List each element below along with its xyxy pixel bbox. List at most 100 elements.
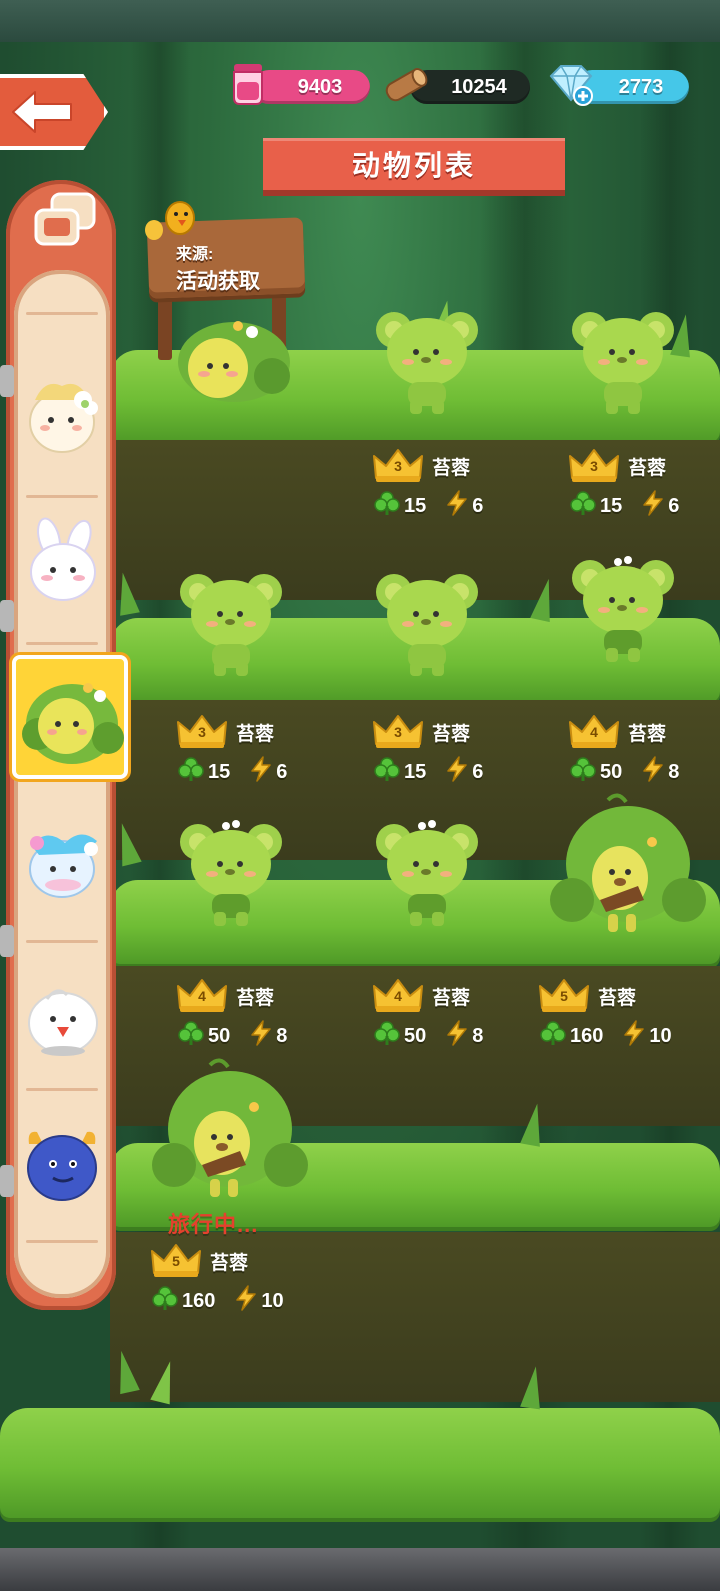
clover-icon	[178, 1021, 204, 1051]
card-level: 4	[198, 988, 206, 1004]
card-energy-value: 6	[472, 494, 484, 517]
energy-bolt-icon	[642, 490, 664, 522]
card-title-row: 4 苔蓉	[372, 978, 470, 1014]
card-level: 4	[590, 724, 598, 740]
card-stats-row: 50 8	[374, 1020, 483, 1052]
crown-level-icon: 5	[538, 978, 590, 1014]
sidebar-divider	[26, 940, 98, 943]
card-energy-value: 6	[472, 760, 484, 783]
moss-creature	[150, 1055, 310, 1210]
clover-icon	[540, 1021, 566, 1051]
card-energy-value: 10	[649, 1024, 672, 1047]
sidebar-animal-white-bird[interactable]	[14, 955, 110, 1075]
card-clover-value: 160	[570, 1024, 604, 1047]
blue-devil-animal-icon	[27, 1131, 97, 1201]
crown-level-icon: 4	[372, 978, 424, 1014]
sidebar-animal-white-bunny[interactable]	[14, 500, 110, 620]
sidebar-clip	[0, 600, 14, 632]
bottom-background-strip	[0, 1548, 720, 1591]
sidebar-animal-moss-selected[interactable]	[12, 655, 128, 779]
grass-ledge	[0, 1408, 720, 1518]
clover-icon	[570, 491, 596, 521]
energy-bolt-icon	[446, 1020, 468, 1052]
crown-level-icon: 3	[372, 714, 424, 750]
clover-icon	[374, 491, 400, 521]
bunny-flower-animal-icon	[29, 383, 98, 453]
crown-level-icon: 3	[176, 714, 228, 750]
wood-log-icon	[385, 68, 428, 102]
card-animal-name: 苔蓉	[432, 987, 471, 1009]
clover-icon	[374, 1021, 400, 1051]
card-energy-value: 6	[668, 494, 680, 517]
clover-icon	[570, 757, 596, 787]
card-energy-value: 10	[261, 1289, 284, 1312]
card-animal-name: 苔蓉	[236, 987, 275, 1009]
card-title-row: 3 苔蓉	[372, 448, 470, 484]
card-level: 4	[394, 988, 402, 1004]
energy-bolt-icon	[250, 756, 272, 788]
blue-ribbon-animal-icon	[29, 834, 98, 898]
crown-level-icon: 3	[372, 448, 424, 484]
white-bird-animal-icon	[28, 989, 98, 1056]
bird-on-sign-icon	[145, 201, 195, 240]
sidebar-divider	[26, 1088, 98, 1091]
card-clover-value: 50	[404, 1024, 427, 1047]
clover-icon	[152, 1286, 178, 1316]
jar-resource-value: 9403	[297, 75, 343, 98]
card-level: 5	[172, 1253, 180, 1269]
sign-source-label: 来源:	[176, 246, 214, 263]
sidebar-divider	[26, 312, 98, 315]
crown-level-icon: 5	[150, 1243, 202, 1279]
card-level: 3	[394, 458, 402, 474]
card-stats-row: 160 10	[152, 1285, 284, 1317]
card-clover-value: 50	[208, 1024, 231, 1047]
card-clover-value: 15	[404, 760, 427, 783]
card-stats-row: 15 6	[570, 490, 679, 522]
top-background-strip	[0, 0, 720, 42]
collection-button[interactable]	[28, 186, 104, 254]
sidebar-divider	[26, 642, 98, 645]
energy-bolt-icon	[446, 490, 468, 522]
card-clover-value: 50	[600, 760, 623, 783]
card-energy-value: 6	[276, 760, 288, 783]
card-animal-name: 苔蓉	[628, 723, 667, 745]
featured-moss-creature	[178, 321, 290, 402]
clover-icon	[178, 757, 204, 787]
card-animal-name: 苔蓉	[432, 457, 471, 479]
moss-animal-icon	[22, 683, 124, 764]
sidebar-divider	[26, 1240, 98, 1243]
card-clover-value: 15	[208, 760, 231, 783]
card-title-row: 3 苔蓉	[176, 714, 274, 750]
sign-source-value: 活动获取	[176, 270, 260, 293]
moss-creature	[372, 812, 482, 935]
card-energy-value: 8	[668, 760, 680, 783]
blue-gem-add-icon[interactable]	[545, 62, 595, 106]
sidebar-animal-blue-devil[interactable]	[14, 1100, 110, 1220]
card-title-row: 4 苔蓉	[568, 714, 666, 750]
card-animal-name: 苔蓉	[598, 987, 637, 1009]
card-level: 3	[590, 458, 598, 474]
energy-bolt-icon	[250, 1020, 272, 1052]
card-stats-row: 15 6	[374, 490, 483, 522]
card-animal-name: 苔蓉	[432, 723, 471, 745]
crown-level-icon: 4	[176, 978, 228, 1014]
card-clover-value: 160	[182, 1289, 216, 1312]
card-animal-name: 苔蓉	[236, 723, 275, 745]
moss-creature	[548, 790, 708, 945]
moss-creature	[372, 300, 482, 423]
back-arrow-icon	[12, 91, 72, 133]
card-level: 3	[198, 724, 206, 740]
jar-resource-counter: 9403	[252, 70, 370, 104]
sidebar-animal-bunny-flower[interactable]	[14, 350, 110, 470]
moss-creature	[176, 562, 286, 685]
moss-creature	[176, 812, 286, 935]
energy-bolt-icon	[235, 1285, 257, 1317]
card-clover-value: 15	[600, 494, 623, 517]
card-animal-name: 苔蓉	[210, 1252, 249, 1274]
card-stats-row: 15 6	[178, 756, 287, 788]
energy-bolt-icon	[446, 756, 468, 788]
traveling-status: 旅行中...	[168, 1212, 259, 1237]
moss-creature	[568, 300, 678, 423]
sidebar-animal-blue-ribbon[interactable]	[14, 795, 110, 915]
crown-level-icon: 3	[568, 448, 620, 484]
